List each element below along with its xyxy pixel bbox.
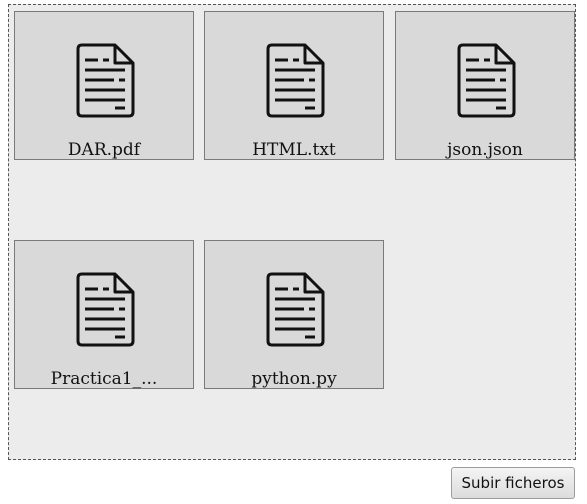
document-icon (74, 271, 136, 348)
file-card-python-py[interactable]: python.py (204, 240, 384, 389)
file-drop-zone[interactable]: DAR.pdf HTML.txt json.json Practica1_...… (8, 4, 576, 460)
file-card-dar-pdf[interactable]: DAR.pdf (14, 11, 194, 160)
file-name: python.py (251, 369, 337, 389)
file-card-practica1[interactable]: Practica1_... (14, 240, 194, 389)
document-icon (264, 271, 326, 348)
file-name: json.json (447, 140, 523, 160)
file-name: HTML.txt (252, 140, 336, 160)
document-icon (74, 42, 136, 119)
file-name: DAR.pdf (67, 140, 141, 160)
document-icon (455, 42, 517, 119)
file-card-html-txt[interactable]: HTML.txt (204, 11, 384, 160)
upload-files-button[interactable]: Subir ficheros (451, 467, 575, 499)
file-name: Practica1_... (50, 369, 158, 389)
document-icon (264, 42, 326, 119)
file-card-json-json[interactable]: json.json (395, 11, 575, 160)
